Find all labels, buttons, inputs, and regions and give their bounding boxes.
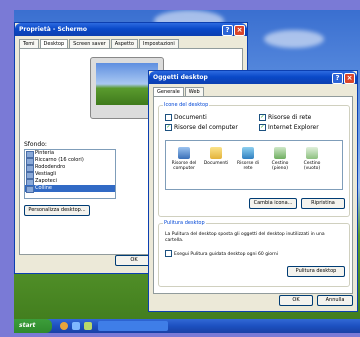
list-item-label: Vestiagli (35, 171, 57, 177)
window-titlebar[interactable]: Proprietà - Schermo ? × (15, 23, 247, 36)
cloud-decoration (264, 30, 324, 48)
taskbar: start (14, 319, 360, 333)
checkbox-documenti[interactable]: Documenti (165, 114, 207, 121)
quick-launch-icon[interactable] (84, 322, 92, 330)
icon-item-cestino-vuoto[interactable]: Cestino (vuoto) (298, 147, 326, 171)
image-file-icon (26, 186, 34, 193)
window-title: Proprietà - Schermo (19, 26, 87, 33)
tab-aspetto[interactable]: Aspetto (110, 39, 138, 48)
tab-generale[interactable]: Generale (153, 87, 184, 96)
cancel-button[interactable]: Annulla (317, 295, 353, 306)
checkbox-box[interactable] (165, 114, 172, 121)
desktop-icons-group: Icone del desktop Documenti ✓ Risorse di … (158, 102, 350, 217)
ok-button[interactable]: OK (279, 295, 313, 306)
quick-launch-icon[interactable] (72, 322, 80, 330)
group-label: Icone del desktop (163, 102, 210, 108)
list-item[interactable]: Rododendro (25, 164, 115, 172)
cleanup-desktop-button[interactable]: Pulitura desktop (287, 266, 345, 277)
icon-label: Risorse del computer (171, 161, 197, 171)
icon-item-rete[interactable]: Risorse di rete (234, 147, 262, 171)
cleanup-description: La Pulitura del desktop sposta gli ogget… (165, 232, 325, 243)
icon-item-documenti[interactable]: Documenti (202, 147, 230, 166)
icon-label: Risorse di rete (237, 161, 259, 171)
icon-item-cestino-pieno[interactable]: Cestino (pieno) (266, 147, 294, 171)
taskbar-window-button[interactable] (98, 321, 168, 331)
list-item-label: Pinteria (35, 150, 55, 156)
wallpaper-list[interactable]: Pinteria Riccarno (16 colori) Rododendro… (24, 149, 116, 199)
tab-impostazioni[interactable]: Impostazioni (138, 39, 179, 48)
icon-label: Cestino (pieno) (271, 161, 289, 171)
start-button[interactable]: start (14, 319, 52, 333)
tab-temi[interactable]: Temi (19, 39, 39, 48)
list-item[interactable]: Vestiagli (25, 171, 115, 179)
checkbox-risorse-di-rete[interactable]: ✓ Risorse di rete (259, 114, 311, 121)
change-icon-button[interactable]: Cambia icona... (249, 198, 297, 209)
checkbox-label: Risorse del computer (174, 124, 238, 131)
close-icon[interactable]: × (344, 73, 355, 84)
checkbox-label: Documenti (174, 114, 207, 121)
cleanup-group: Pulitura desktop La Pulitura del desktop… (158, 220, 350, 287)
list-item[interactable]: Pinteria (25, 150, 115, 158)
close-icon[interactable]: × (234, 25, 245, 36)
sfondo-label: Sfondo: (24, 141, 47, 148)
window-title: Oggetti desktop (153, 74, 208, 81)
desktop: Proprietà - Schermo ? × Temi Desktop Scr… (14, 10, 360, 333)
list-item-label: Riccarno (16 colori) (35, 157, 84, 163)
help-icon[interactable]: ? (332, 73, 343, 84)
folder-icon (210, 147, 222, 159)
checkbox-risorse-del-computer[interactable]: ✓ Risorse del computer (165, 124, 238, 131)
icon-label: Cestino (vuoto) (303, 161, 321, 171)
checkbox-box[interactable]: ✓ (259, 124, 266, 131)
tab-bar: Temi Desktop Screen saver Aspetto Impost… (15, 36, 247, 48)
checkbox-box[interactable]: ✓ (165, 124, 172, 131)
tab-screen-saver[interactable]: Screen saver (69, 39, 110, 48)
tab-desktop[interactable]: Desktop (39, 39, 69, 48)
desktop-items-window: Oggetti desktop ? × Generale Web Icone d… (148, 70, 358, 312)
network-icon (242, 147, 254, 159)
checkbox-label: Internet Explorer (268, 124, 319, 131)
list-item[interactable]: Zapoteci (25, 178, 115, 186)
checkbox-internet-explorer[interactable]: ✓ Internet Explorer (259, 124, 319, 131)
icons-list[interactable]: Risorse del computer Documenti Risorse d… (165, 140, 343, 190)
window-titlebar[interactable]: Oggetti desktop ? × (149, 71, 357, 84)
customize-desktop-button[interactable]: Personalizza desktop... (24, 205, 90, 216)
checkbox-label: Risorse di rete (268, 114, 312, 121)
trash-empty-icon (306, 147, 318, 159)
tab-web[interactable]: Web (184, 87, 204, 96)
list-item-selected[interactable]: Colline (25, 185, 115, 193)
list-item-label: Colline (35, 185, 52, 191)
list-item-label: Zapoteci (35, 178, 57, 184)
help-icon[interactable]: ? (222, 25, 233, 36)
icon-label: Documenti (203, 161, 229, 166)
checkbox-box[interactable]: ✓ (259, 114, 266, 121)
generale-tab-pane: Icone del desktop Documenti ✓ Risorse di … (153, 96, 353, 294)
computer-icon (178, 147, 190, 159)
tab-bar: Generale Web (149, 84, 357, 96)
icon-item-computer[interactable]: Risorse del computer (170, 147, 198, 171)
checkbox-label: Esegui Pulitura guidata desktop ogni 60 … (174, 252, 278, 257)
checkbox-box[interactable] (165, 250, 172, 257)
trash-full-icon (274, 147, 286, 159)
restore-button[interactable]: Ripristina (301, 198, 345, 209)
list-item[interactable]: Riccarno (16 colori) (25, 157, 115, 165)
group-label: Pulitura desktop (163, 220, 206, 226)
quick-launch-icon[interactable] (60, 322, 68, 330)
cleanup-checkbox[interactable]: Esegui Pulitura guidata desktop ogni 60 … (165, 250, 278, 257)
list-item-label: Rododendro (35, 164, 66, 170)
